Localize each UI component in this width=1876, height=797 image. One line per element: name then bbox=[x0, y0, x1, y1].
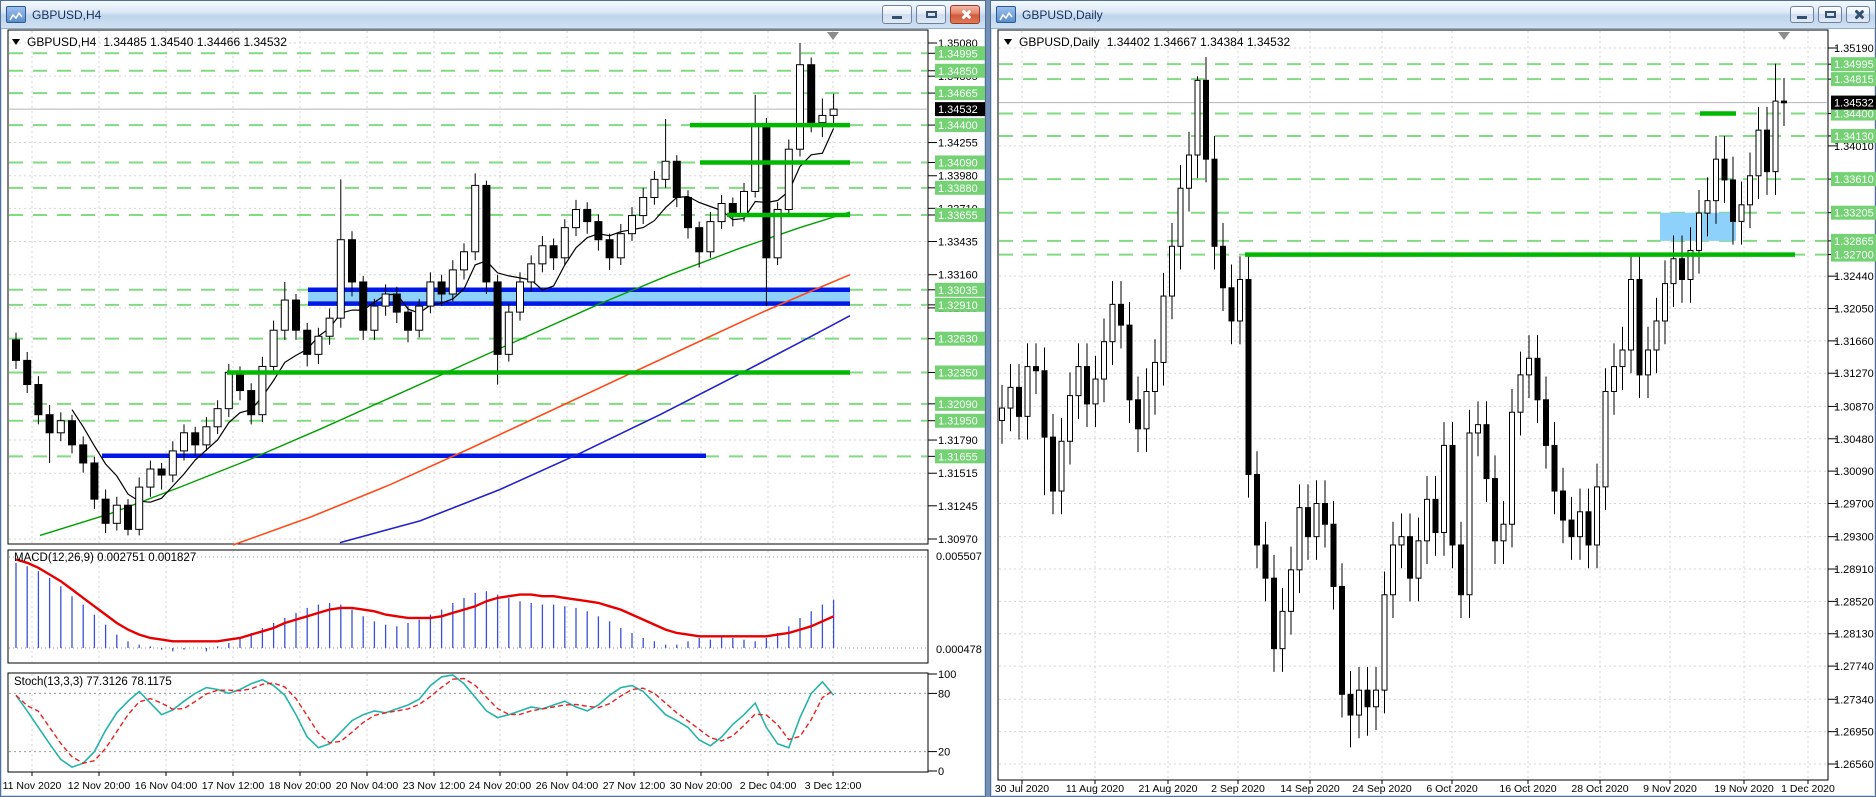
svg-text:20 Nov 04:00: 20 Nov 04:00 bbox=[336, 780, 399, 792]
daily-time-axis: 30 Jul 2020 11 Aug 2020 21 Aug 2020 2 Sep 2… bbox=[995, 780, 1835, 795]
svg-text:1.34400: 1.34400 bbox=[938, 120, 978, 132]
svg-text:1.29300: 1.29300 bbox=[1834, 532, 1874, 544]
svg-text:1.30870: 1.30870 bbox=[1834, 401, 1874, 413]
svg-text:1.31245: 1.31245 bbox=[938, 501, 978, 513]
svg-text:2 Sep 2020: 2 Sep 2020 bbox=[1211, 783, 1265, 795]
svg-text:1.34665: 1.34665 bbox=[938, 88, 978, 100]
svg-text:1.32350: 1.32350 bbox=[938, 367, 978, 379]
svg-text:27 Nov 12:00: 27 Nov 12:00 bbox=[603, 780, 666, 792]
symbol-period-label: GBPUSD,H4 bbox=[27, 35, 97, 49]
svg-text:100: 100 bbox=[938, 669, 956, 681]
svg-text:1.34850: 1.34850 bbox=[938, 66, 978, 78]
svg-text:1 Dec 2020: 1 Dec 2020 bbox=[1781, 783, 1835, 795]
stoch-indicator-label: Stoch(13,3,3) 77.3126 78.1175 bbox=[14, 676, 172, 688]
charts-canvas[interactable]: 1.350801.348051.342551.339801.337101.334… bbox=[0, 0, 1876, 797]
svg-text:1.34532: 1.34532 bbox=[938, 104, 978, 116]
svg-text:1.31660: 1.31660 bbox=[1834, 336, 1874, 348]
svg-text:1.33655: 1.33655 bbox=[938, 210, 978, 222]
svg-text:1.33610: 1.33610 bbox=[1834, 174, 1874, 186]
ohlc-header-h4[interactable]: GBPUSD,H4 1.34485 1.34540 1.34466 1.3453… bbox=[12, 35, 287, 49]
svg-text:0: 0 bbox=[938, 766, 944, 778]
svg-text:1.31655: 1.31655 bbox=[938, 451, 978, 463]
svg-text:1.32910: 1.32910 bbox=[938, 300, 978, 312]
svg-text:1.30480: 1.30480 bbox=[1834, 434, 1874, 446]
svg-text:1.33035: 1.33035 bbox=[938, 285, 978, 297]
svg-text:1.31515: 1.31515 bbox=[938, 468, 978, 480]
svg-text:1.32865: 1.32865 bbox=[1834, 236, 1874, 248]
svg-text:14 Sep 2020: 14 Sep 2020 bbox=[1280, 783, 1340, 795]
svg-text:19 Nov 2020: 19 Nov 2020 bbox=[1714, 783, 1774, 795]
svg-text:18 Nov 20:00: 18 Nov 20:00 bbox=[269, 780, 332, 792]
svg-text:1.26560: 1.26560 bbox=[1834, 759, 1874, 771]
h4-time-axis: 11 Nov 2020 12 Nov 20:00 16 Nov 04:00 17 No… bbox=[3, 772, 862, 792]
svg-text:28 Oct 2020: 28 Oct 2020 bbox=[1571, 783, 1628, 795]
svg-text:24 Nov 20:00: 24 Nov 20:00 bbox=[469, 780, 532, 792]
svg-text:0.005507: 0.005507 bbox=[936, 551, 982, 563]
svg-text:1.34255: 1.34255 bbox=[938, 138, 978, 150]
svg-text:1.33435: 1.33435 bbox=[938, 237, 978, 249]
svg-text:1.32630: 1.32630 bbox=[938, 334, 978, 346]
svg-text:16 Oct 2020: 16 Oct 2020 bbox=[1499, 783, 1556, 795]
svg-text:1.34815: 1.34815 bbox=[1834, 74, 1874, 86]
svg-text:17 Nov 12:00: 17 Nov 12:00 bbox=[202, 780, 265, 792]
svg-text:1.27740: 1.27740 bbox=[1834, 661, 1874, 673]
svg-text:26 Nov 04:00: 26 Nov 04:00 bbox=[536, 780, 599, 792]
expander-arrow-icon[interactable] bbox=[12, 39, 20, 45]
svg-text:2 Dec 04:00: 2 Dec 04:00 bbox=[740, 780, 797, 792]
svg-text:1.35190: 1.35190 bbox=[1834, 43, 1874, 55]
macd-indicator-label: MACD(12,26,9) 0.002751 0.001827 bbox=[14, 552, 197, 564]
svg-text:1.32700: 1.32700 bbox=[1834, 250, 1874, 262]
daily-price-scale: 1.351901.340101.324401.320501.316601.312… bbox=[1828, 43, 1876, 771]
svg-text:1.26950: 1.26950 bbox=[1834, 727, 1874, 739]
symbol-period-label: GBPUSD,Daily bbox=[1019, 35, 1100, 49]
svg-text:80: 80 bbox=[938, 688, 950, 700]
svg-text:3 Dec 12:00: 3 Dec 12:00 bbox=[805, 780, 862, 792]
svg-text:1.32440: 1.32440 bbox=[1834, 271, 1874, 283]
svg-text:9 Nov 2020: 9 Nov 2020 bbox=[1643, 783, 1697, 795]
svg-text:16 Nov 04:00: 16 Nov 04:00 bbox=[135, 780, 198, 792]
svg-text:1.34090: 1.34090 bbox=[938, 157, 978, 169]
svg-text:1.27340: 1.27340 bbox=[1834, 694, 1874, 706]
mt4-workspace: { "workspace": {"bg_color": "#7291b4"}, … bbox=[0, 0, 1876, 797]
ohlc-header-daily[interactable]: GBPUSD,Daily 1.34402 1.34667 1.34384 1.3… bbox=[1004, 35, 1290, 49]
svg-text:12 Nov 20:00: 12 Nov 20:00 bbox=[68, 780, 131, 792]
expander-arrow-icon[interactable] bbox=[1004, 39, 1012, 45]
svg-text:1.34130: 1.34130 bbox=[1834, 131, 1874, 143]
svg-text:30 Jul 2020: 30 Jul 2020 bbox=[995, 783, 1049, 795]
svg-text:1.30970: 1.30970 bbox=[938, 534, 978, 546]
svg-text:11 Aug 2020: 11 Aug 2020 bbox=[1066, 783, 1124, 795]
svg-text:1.34532: 1.34532 bbox=[1834, 98, 1874, 110]
svg-text:1.32050: 1.32050 bbox=[1834, 304, 1874, 316]
svg-text:11 Nov 2020: 11 Nov 2020 bbox=[3, 780, 62, 792]
svg-text:1.34995: 1.34995 bbox=[1834, 59, 1874, 71]
svg-text:1.31950: 1.31950 bbox=[938, 416, 978, 428]
svg-text:1.34995: 1.34995 bbox=[938, 48, 978, 60]
svg-text:1.33160: 1.33160 bbox=[938, 270, 978, 282]
svg-text:0.000478: 0.000478 bbox=[936, 644, 982, 656]
svg-text:1.29700: 1.29700 bbox=[1834, 498, 1874, 510]
svg-text:30 Nov 20:00: 30 Nov 20:00 bbox=[670, 780, 733, 792]
svg-text:1.28910: 1.28910 bbox=[1834, 564, 1874, 576]
svg-text:20: 20 bbox=[938, 747, 950, 759]
svg-text:1.31790: 1.31790 bbox=[938, 435, 978, 447]
svg-text:1.28520: 1.28520 bbox=[1834, 596, 1874, 608]
svg-text:6 Oct 2020: 6 Oct 2020 bbox=[1426, 783, 1478, 795]
svg-text:21 Aug 2020: 21 Aug 2020 bbox=[1139, 783, 1198, 795]
svg-text:1.33205: 1.33205 bbox=[1834, 208, 1874, 220]
ohlc-values: 1.34402 1.34667 1.34384 1.34532 bbox=[1106, 35, 1291, 49]
svg-text:23 Nov 12:00: 23 Nov 12:00 bbox=[403, 780, 466, 792]
svg-text:1.31270: 1.31270 bbox=[1834, 368, 1874, 380]
svg-text:1.30090: 1.30090 bbox=[1834, 466, 1874, 478]
svg-text:1.34400: 1.34400 bbox=[1834, 109, 1874, 121]
ohlc-values: 1.34485 1.34540 1.34466 1.34532 bbox=[103, 35, 287, 49]
svg-text:1.33880: 1.33880 bbox=[938, 183, 978, 195]
svg-text:24 Sep 2020: 24 Sep 2020 bbox=[1352, 783, 1412, 795]
svg-text:1.28130: 1.28130 bbox=[1834, 629, 1874, 641]
h4-price-scale: 1.350801.348051.342551.339801.337101.334… bbox=[928, 38, 985, 546]
svg-text:1.32090: 1.32090 bbox=[938, 399, 978, 411]
